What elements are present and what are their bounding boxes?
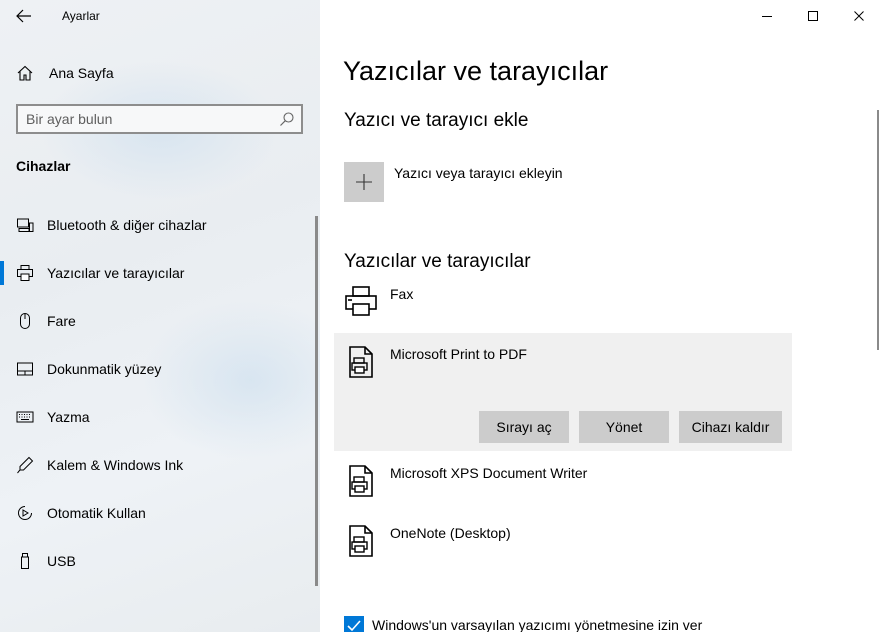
maximize-icon — [808, 11, 818, 21]
list-section-title: Yazıcılar ve tarayıcılar — [344, 251, 531, 272]
back-arrow-icon — [16, 9, 31, 23]
printer-icon — [17, 265, 33, 281]
minimize-button[interactable] — [744, 0, 790, 32]
sidebar-item-printers[interactable]: Yazıcılar ve tarayıcılar — [0, 251, 316, 295]
sidebar-item-label: Fare — [47, 313, 76, 329]
sidebar-item-bluetooth[interactable]: Bluetooth & diğer cihazlar — [0, 203, 316, 247]
search-icon — [280, 112, 294, 126]
maximize-button[interactable] — [790, 0, 836, 32]
printer-item-xps-writer[interactable]: Microsoft XPS Document Writer — [334, 452, 792, 510]
open-queue-button[interactable]: Sırayı aç — [479, 411, 569, 443]
printer-item-print-to-pdf[interactable]: Microsoft Print to PDF Sırayı aç Yönet C… — [334, 333, 792, 451]
mouse-icon — [20, 313, 30, 329]
sidebar-item-typing[interactable]: Yazma — [0, 395, 316, 439]
document-printer-icon — [349, 465, 373, 497]
usb-icon — [21, 553, 29, 569]
home-nav-item[interactable]: Ana Sayfa — [0, 58, 320, 88]
minimize-icon — [762, 16, 772, 17]
home-label: Ana Sayfa — [49, 65, 114, 81]
search-box[interactable] — [16, 104, 303, 134]
sidebar: Ayarlar Ana Sayfa Cihazlar Bluetooth & d… — [0, 0, 320, 632]
fax-printer-icon — [345, 286, 377, 316]
document-printer-icon — [349, 346, 373, 378]
remove-device-button[interactable]: Cihazı kaldır — [679, 411, 782, 443]
main-scrollbar[interactable] — [877, 110, 879, 350]
document-printer-icon — [349, 525, 373, 557]
touchpad-icon — [17, 362, 33, 376]
default-printer-label: Windows'un varsayılan yazıcımı yönetmesi… — [372, 617, 703, 632]
printer-name: Fax — [390, 286, 414, 302]
sidebar-item-label: Dokunmatik yüzey — [47, 361, 162, 377]
sidebar-item-pen[interactable]: Kalem & Windows Ink — [0, 443, 316, 487]
page-title: Yazıcılar ve tarayıcılar — [343, 56, 609, 86]
back-button[interactable] — [8, 2, 40, 30]
add-section-title: Yazıcı ve tarayıcı ekle — [344, 110, 529, 131]
sidebar-item-label: Yazma — [47, 409, 90, 425]
checkmark-icon — [347, 620, 361, 632]
pen-icon — [17, 456, 34, 474]
default-printer-checkbox[interactable] — [344, 616, 364, 632]
plus-icon — [356, 174, 372, 190]
search-input[interactable] — [26, 109, 271, 129]
bluetooth-devices-icon — [17, 218, 34, 232]
printer-item-fax[interactable]: Fax — [334, 280, 792, 328]
add-printer-button[interactable] — [344, 162, 384, 202]
manage-button[interactable]: Yönet — [579, 411, 669, 443]
sidebar-item-label: USB — [47, 553, 76, 569]
sidebar-item-label: Yazıcılar ve tarayıcılar — [47, 265, 185, 281]
printer-name: Microsoft XPS Document Writer — [390, 465, 588, 481]
sidebar-item-label: Bluetooth & diğer cihazlar — [47, 217, 207, 233]
sidebar-item-autoplay[interactable]: Otomatik Kullan — [0, 491, 316, 535]
sidebar-item-touchpad[interactable]: Dokunmatik yüzey — [0, 347, 316, 391]
home-icon — [17, 65, 33, 81]
keyboard-icon — [16, 411, 34, 423]
section-title: Cihazlar — [16, 158, 71, 174]
autoplay-icon — [18, 506, 32, 520]
sidebar-item-label: Otomatik Kullan — [47, 505, 146, 521]
printer-name: Microsoft Print to PDF — [390, 346, 527, 362]
sidebar-item-label: Kalem & Windows Ink — [47, 457, 184, 473]
close-icon — [854, 11, 864, 21]
close-button[interactable] — [836, 0, 882, 32]
add-printer-label[interactable]: Yazıcı veya tarayıcı ekleyin — [394, 165, 563, 181]
app-title: Ayarlar — [62, 9, 100, 23]
printer-name: OneNote (Desktop) — [390, 525, 511, 541]
sidebar-item-mouse[interactable]: Fare — [0, 299, 316, 343]
printer-item-onenote[interactable]: OneNote (Desktop) — [334, 512, 792, 570]
sidebar-item-usb[interactable]: USB — [0, 539, 316, 583]
sidebar-scrollbar[interactable] — [315, 216, 318, 586]
